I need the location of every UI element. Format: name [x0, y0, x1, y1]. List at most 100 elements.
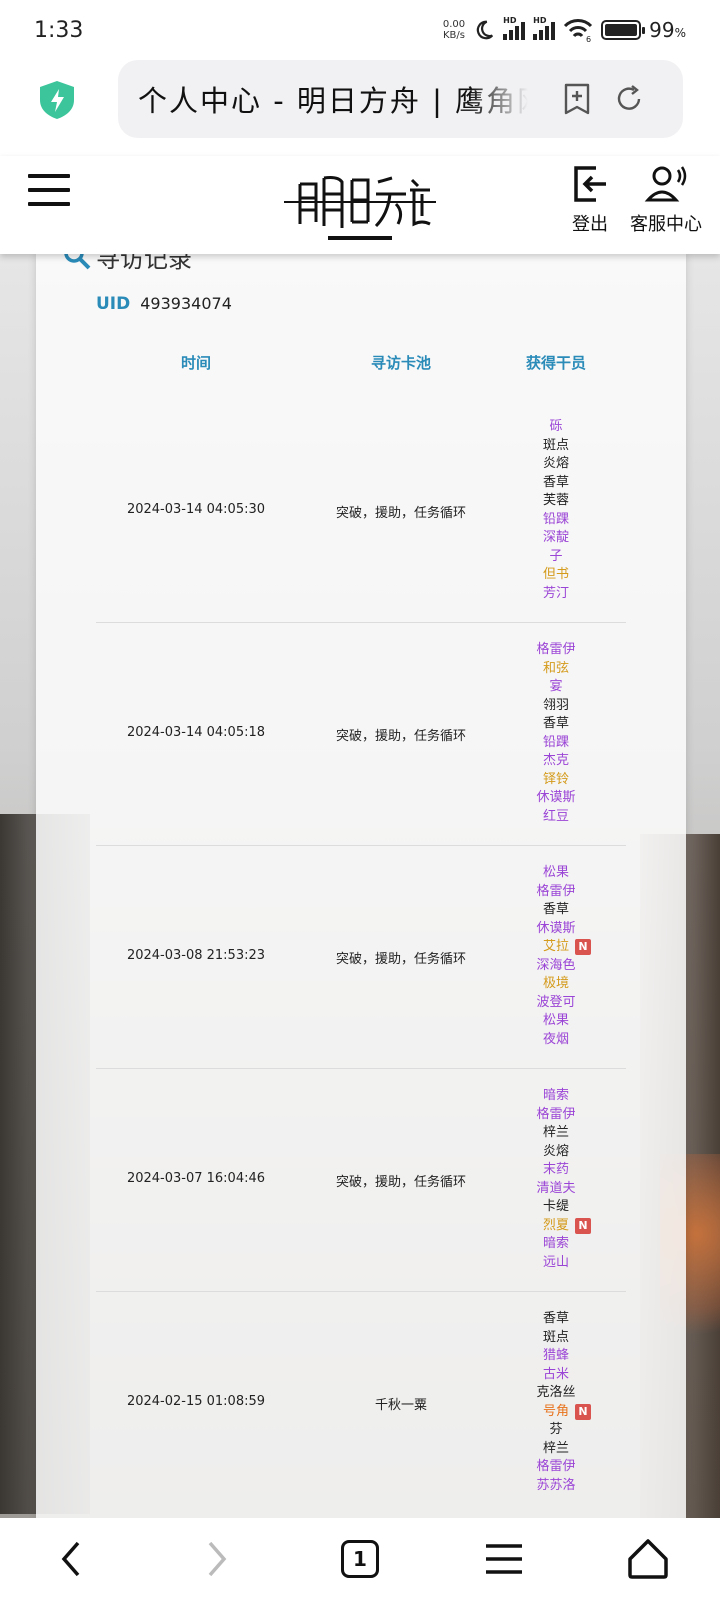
operator-label: 铅踝 — [542, 734, 569, 750]
logout-icon — [574, 166, 606, 202]
operator-name: 斑点 — [506, 1329, 606, 1348]
table-row: 2024-03-14 04:05:30 突破，援助，任务循环 砾斑点 炎熔 香草 芙蓉… — [96, 400, 626, 623]
operator-name: 香草 — [506, 474, 606, 493]
customer-service-button[interactable]: 客服中心 — [630, 164, 702, 236]
signal-icon: HD — [503, 16, 526, 40]
signal-icon-2: HD — [533, 16, 556, 40]
operator-name: 铅踝 — [506, 734, 606, 753]
row-pool: 突破，援助，任务循环 — [335, 952, 466, 967]
operator-label: 香草 — [542, 716, 569, 731]
operator-label: 梓兰 — [542, 1125, 569, 1140]
back-button[interactable] — [42, 1529, 102, 1589]
operator-label: 和弦 — [542, 660, 569, 676]
operator-name: 波登可 — [506, 994, 606, 1013]
operator-label: 烈夏 — [542, 1217, 569, 1233]
new-badge: N — [575, 1217, 591, 1234]
operator-label: 松果 — [542, 865, 569, 880]
site-header: 登出 客服中心 — [0, 156, 720, 254]
logout-button[interactable]: 登出 — [570, 164, 610, 236]
operator-label: 斑点 — [542, 437, 569, 453]
table-row: 2024-03-07 16:04:46 突破，援助，任务循环 暗索 格雷伊 梓兰 炎熔… — [96, 1069, 626, 1292]
row-operators: 格雷伊 和弦宴翎羽 香草 铅踝 杰克 铎铃 休谟斯 红豆 — [506, 641, 606, 826]
operator-name: 芳汀 — [506, 585, 606, 604]
operator-name: 砾 — [506, 418, 606, 437]
chevron-right-icon — [208, 1541, 227, 1577]
battery-value: 99 — [649, 18, 675, 42]
operator-name: 格雷伊 — [506, 1106, 606, 1125]
operator-name: 极境 — [506, 975, 606, 994]
operator-label: 香草 — [542, 902, 569, 917]
menu-icon[interactable] — [28, 174, 70, 208]
operator-name: 卡缇 — [506, 1198, 606, 1217]
operator-label: 深靛 — [542, 530, 569, 545]
operator-name: 铎铃 — [506, 771, 606, 790]
operator-name: 艾拉 N — [506, 938, 606, 957]
address-bar[interactable]: 个人中心 - 明日方舟 | 鹰角网络 — [118, 60, 683, 138]
page-title[interactable]: 个人中心 - 明日方舟 | 鹰角网络 — [138, 78, 528, 120]
operator-name: 但书 — [506, 566, 606, 585]
uid-label: UID — [96, 294, 131, 314]
operator-name: 古米 — [506, 1366, 606, 1385]
operator-name: 夜烟 — [506, 1031, 606, 1050]
operator-label: 暗索 — [542, 1236, 569, 1251]
operator-label: 梓兰 — [542, 1440, 569, 1456]
row-pool: 千秋一粟 — [374, 1398, 427, 1413]
table-row: 2024-03-14 04:05:18 突破，援助，任务循环 格雷伊 和弦宴翎羽香… — [96, 623, 626, 846]
row-time: 2024-02-15 01:08:59 — [126, 1394, 266, 1409]
table-row: 2024-02-15 01:08:59 千秋一粟 香草 斑点 猎蜂 古米 克洛丝 号角 N 芬… — [96, 1292, 626, 1518]
row-time: 2024-03-14 04:05:18 — [126, 725, 266, 740]
menu-lines-icon — [486, 1544, 522, 1574]
operator-label: 炎熔 — [542, 1143, 569, 1159]
operator-name: 暗索 — [506, 1235, 606, 1254]
operator-label: 铎铃 — [542, 771, 569, 787]
tabs-button[interactable]: 1 — [330, 1529, 390, 1589]
home-button[interactable] — [618, 1529, 678, 1589]
operator-label: 暗索 — [542, 1088, 569, 1103]
operator-label: 休谟斯 — [536, 790, 576, 805]
operator-name: 格雷伊 — [506, 1458, 606, 1477]
operator-label: 猎蜂 — [542, 1348, 569, 1363]
operator-label: 芬 — [549, 1422, 563, 1437]
operator-label: 子 — [549, 548, 563, 564]
operator-name: 梓兰 — [506, 1124, 606, 1143]
moon-icon — [476, 20, 494, 40]
operator-name: 格雷伊 — [506, 641, 606, 660]
hd-label-2: HD — [533, 16, 547, 25]
operator-label: 炎熔 — [542, 456, 569, 471]
operator-name: 芙蓉 — [506, 492, 606, 511]
refresh-icon[interactable] — [612, 82, 646, 116]
operator-label: 卡缇 — [542, 1199, 569, 1214]
operator-label: 芳汀 — [542, 585, 569, 601]
operator-name: 号角 N — [506, 1403, 606, 1422]
operator-label: 格雷伊 — [536, 642, 576, 657]
operator-name: 松果 — [506, 1012, 606, 1031]
operator-name: 铅踝 — [506, 511, 606, 530]
bookmark-add-icon[interactable] — [560, 82, 594, 116]
operator-name: 香草 — [506, 1310, 606, 1329]
row-operators: 香草 斑点 猎蜂 古米 克洛丝 号角 N 芬梓兰 格雷伊 苏苏洛 — [506, 1310, 606, 1495]
wifi-icon: 6 — [564, 19, 593, 42]
shield-icon[interactable] — [38, 80, 76, 120]
operator-name: 深海色 — [506, 957, 606, 976]
operator-label: 格雷伊 — [536, 883, 576, 899]
operator-name: 休谟斯 — [506, 789, 606, 808]
operator-name: 梓兰 — [506, 1440, 606, 1459]
menu-button[interactable] — [474, 1529, 534, 1589]
network-speed-unit: KB/s — [443, 30, 465, 41]
uid-row: UID 493934074 — [96, 294, 232, 314]
arknights-logo[interactable] — [282, 164, 438, 244]
operator-label: 格雷伊 — [536, 1459, 576, 1474]
operator-label: 香草 — [542, 1311, 569, 1326]
operator-name: 猎蜂 — [506, 1347, 606, 1366]
operator-name: 宴 — [506, 678, 606, 697]
operator-name: 远山 — [506, 1254, 606, 1273]
operator-label: 斑点 — [542, 1329, 569, 1345]
row-operators: 暗索 格雷伊 梓兰 炎熔 末药 清道夫 卡缇 烈夏 N 暗索 远山 — [506, 1087, 606, 1272]
forward-button[interactable] — [186, 1529, 246, 1589]
battery-icon — [601, 20, 646, 40]
row-pool: 突破，援助，任务循环 — [335, 1175, 466, 1190]
operator-label: 红豆 — [542, 808, 569, 824]
column-header-operators: 获得干员 — [525, 354, 586, 372]
logout-label: 登出 — [572, 214, 608, 235]
operator-name: 休谟斯 — [506, 920, 606, 939]
